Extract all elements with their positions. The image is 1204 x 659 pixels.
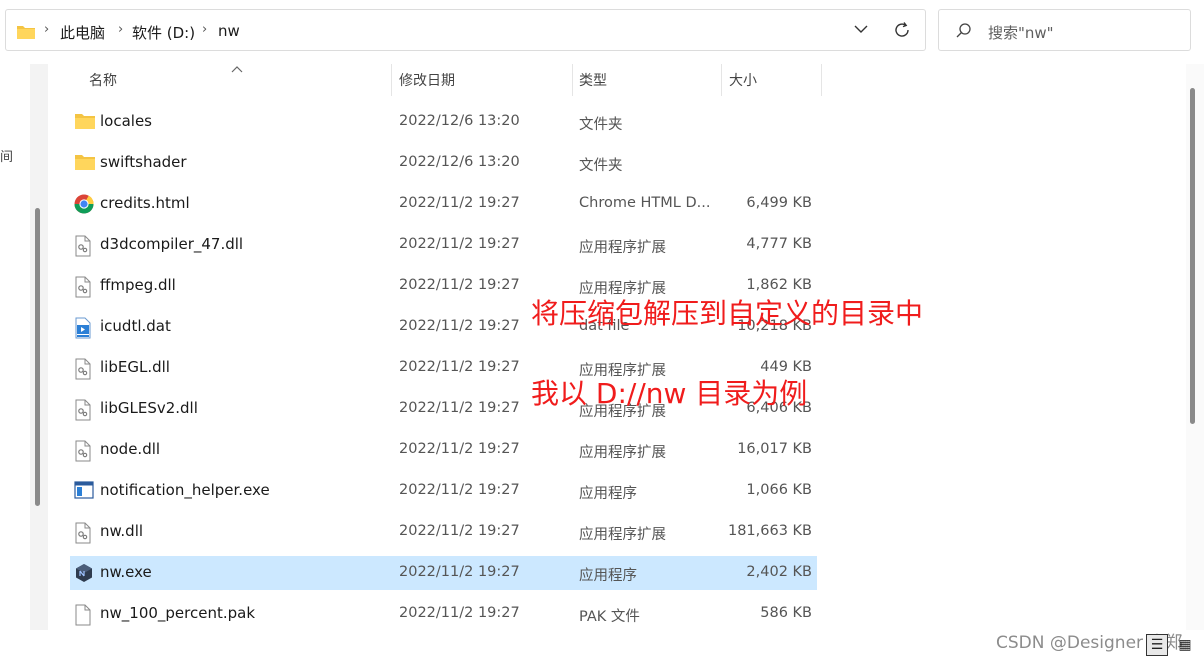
file-name: locales <box>100 112 152 130</box>
file-date-modified: 2022/11/2 19:27 <box>399 277 520 293</box>
folder-icon <box>74 153 96 173</box>
file-size: 1,066 KB <box>746 482 812 498</box>
breadcrumb-drive-d[interactable]: 软件 (D:) <box>132 22 195 43</box>
file-date-modified: 2022/11/2 19:27 <box>399 482 520 498</box>
file-type: 应用程序扩展 <box>579 445 666 461</box>
address-bar[interactable]: › 此电脑 › 软件 (D:) › nw <box>5 9 926 51</box>
file-size: 181,663 KB <box>727 523 812 539</box>
column-divider[interactable] <box>391 64 392 96</box>
file-row[interactable]: node.dll 2022/11/2 19:27 应用程序扩展 16,017 KB <box>70 433 817 467</box>
file-type: 应用程序 <box>579 486 637 502</box>
large-icons-view-icon[interactable]: ▦ <box>1174 634 1196 656</box>
refresh-icon[interactable] <box>892 20 912 44</box>
chrome-icon <box>74 194 96 214</box>
file-date-modified: 2022/11/2 19:27 <box>399 605 520 621</box>
column-divider[interactable] <box>721 64 722 96</box>
file-name: nw_100_percent.pak <box>100 604 256 622</box>
chevron-down-icon[interactable] <box>853 21 869 41</box>
file-name: notification_helper.exe <box>100 481 270 499</box>
chevron-right-icon: › <box>44 22 50 37</box>
chevron-right-icon: › <box>202 22 208 37</box>
file-type: 应用程序扩展 <box>579 240 666 256</box>
file-name: node.dll <box>100 440 161 458</box>
file-type: PAK 文件 <box>579 609 640 625</box>
file-date-modified: 2022/11/2 19:27 <box>399 400 520 416</box>
sort-ascending-icon <box>230 58 244 77</box>
file-size: 4,777 KB <box>746 236 812 252</box>
nwjs-app-icon <box>74 563 96 583</box>
dll-file-icon <box>74 399 96 421</box>
file-name: libGLESv2.dll <box>100 399 198 417</box>
dll-file-icon <box>74 522 96 544</box>
search-box[interactable]: 搜索"nw" <box>938 9 1191 51</box>
annotation-text-line1: 将压缩包解压到自定义的目录中 <box>531 297 924 330</box>
dll-file-icon <box>74 358 96 380</box>
file-date-modified: 2022/11/2 19:27 <box>399 564 520 580</box>
column-header-date[interactable]: 修改日期 <box>399 70 455 90</box>
file-row[interactable]: notification_helper.exe 2022/11/2 19:27 应用… <box>70 474 817 508</box>
exe-window-icon <box>74 481 96 501</box>
file-row[interactable]: swiftshader 2022/12/6 13:20 文件夹 <box>70 146 817 180</box>
file-size: 2,402 KB <box>746 564 812 580</box>
file-size: 16,017 KB <box>737 441 812 457</box>
file-date-modified: 2022/11/2 19:27 <box>399 236 520 252</box>
search-icon <box>955 22 973 44</box>
file-name: credits.html <box>100 194 190 212</box>
column-divider[interactable] <box>572 64 573 96</box>
file-type: 文件夹 <box>579 158 623 174</box>
chevron-right-icon: › <box>118 22 124 37</box>
navigation-scrollbar-thumb[interactable] <box>35 208 40 506</box>
file-type: 文件夹 <box>579 117 623 133</box>
file-date-modified: 2022/12/6 13:20 <box>399 113 520 129</box>
file-list-scrollbar[interactable] <box>1186 64 1204 630</box>
file-list-scrollbar-thumb[interactable] <box>1190 88 1195 424</box>
file-size: 586 KB <box>760 605 812 621</box>
folder-icon <box>74 112 96 132</box>
breadcrumb-nw[interactable]: nw <box>218 22 240 40</box>
file-name: libEGL.dll <box>100 358 170 376</box>
file-row[interactable]: locales 2022/12/6 13:20 文件夹 <box>70 105 817 139</box>
file-size: 1,862 KB <box>746 277 812 293</box>
navigation-pane-text: 间 <box>0 150 14 165</box>
file-name: swiftshader <box>100 153 187 171</box>
file-row[interactable]: d3dcompiler_47.dll 2022/11/2 19:27 应用程序扩展 4… <box>70 228 817 262</box>
dll-file-icon <box>74 276 96 298</box>
dll-file-icon <box>74 235 96 257</box>
file-name: d3dcompiler_47.dll <box>100 235 244 253</box>
column-divider[interactable] <box>821 64 822 96</box>
file-type: 应用程序扩展 <box>579 527 666 543</box>
file-date-modified: 2022/11/2 19:27 <box>399 195 520 211</box>
file-row[interactable]: nw.exe 2022/11/2 19:27 应用程序 2,402 KB <box>70 556 817 590</box>
file-type: 应用程序 <box>579 568 637 584</box>
folder-icon <box>16 24 36 44</box>
column-header-type[interactable]: 类型 <box>579 70 607 90</box>
file-name: nw.dll <box>100 522 144 540</box>
file-size: 6,499 KB <box>746 195 812 211</box>
file-date-modified: 2022/12/6 13:20 <box>399 154 520 170</box>
annotation-text-line2: 我以 D://nw 目录为例 <box>531 377 808 410</box>
file-date-modified: 2022/11/2 19:27 <box>399 441 520 457</box>
file-date-modified: 2022/11/2 19:27 <box>399 523 520 539</box>
blank-file-icon <box>74 604 96 626</box>
file-name: nw.exe <box>100 563 152 581</box>
file-row[interactable]: nw_100_percent.pak 2022/11/2 19:27 PAK 文件 5… <box>70 597 817 631</box>
dll-file-icon <box>74 440 96 462</box>
file-name: ffmpeg.dll <box>100 276 176 294</box>
dat-file-icon <box>74 317 96 339</box>
search-placeholder: 搜索"nw" <box>988 24 1054 42</box>
file-date-modified: 2022/11/2 19:27 <box>399 359 520 375</box>
file-date-modified: 2022/11/2 19:27 <box>399 318 520 334</box>
breadcrumb-this-pc[interactable]: 此电脑 <box>60 22 105 43</box>
file-row[interactable]: credits.html 2022/11/2 19:27 Chrome HTML D… <box>70 187 817 221</box>
column-header-name[interactable]: 名称 <box>89 70 117 90</box>
details-view-icon[interactable]: ☰ <box>1146 634 1168 656</box>
file-name: icudtl.dat <box>100 317 171 335</box>
file-row[interactable]: nw.dll 2022/11/2 19:27 应用程序扩展 181,663 KB <box>70 515 817 549</box>
file-type: Chrome HTML D... <box>579 195 711 211</box>
column-header-size[interactable]: 大小 <box>729 70 757 90</box>
